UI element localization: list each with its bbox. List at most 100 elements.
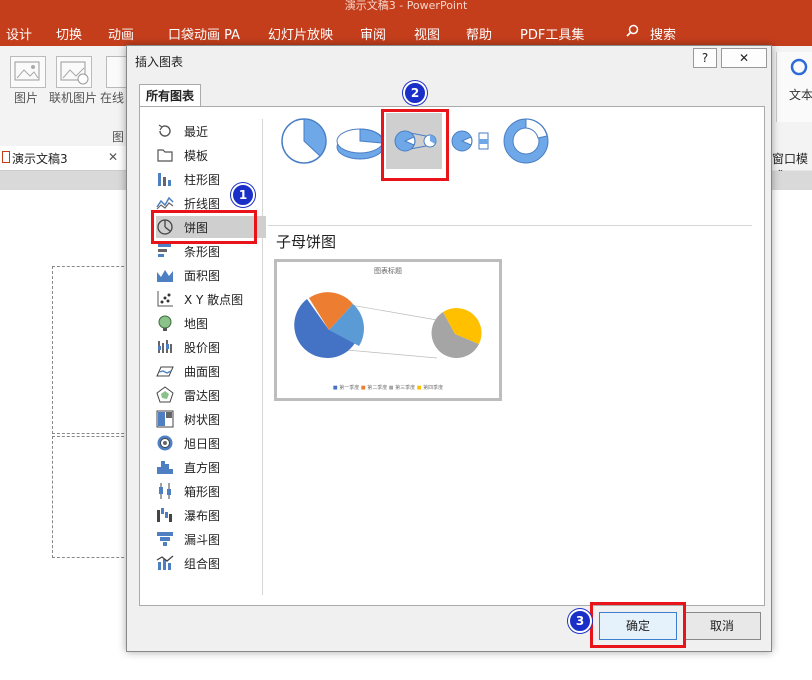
chart-preview[interactable]: 图表标题 ■ 第一季度 ■ 第二季度 ■ 第三季度 ■ 第四季度 xyxy=(274,259,502,401)
subtype-pie[interactable] xyxy=(276,113,332,169)
ribbon-text-group[interactable]: 文本 xyxy=(776,52,812,122)
chart-type-label: 条形图 xyxy=(184,245,221,259)
chart-type-recent[interactable]: 最近 xyxy=(156,120,266,142)
subtype-doughnut[interactable] xyxy=(498,113,554,169)
online-video-icon[interactable] xyxy=(106,56,128,88)
preview-legend: ■ 第一季度 ■ 第二季度 ■ 第三季度 ■ 第四季度 xyxy=(332,385,444,391)
funnel-icon xyxy=(156,530,174,548)
chart-panel: 最近 模板 柱形图 折线图 饼图 条形图 面积图 X Y 散点图 地图 股价图 … xyxy=(139,81,765,606)
chart-type-label: 最近 xyxy=(184,125,209,139)
legend-item: 第三季度 xyxy=(395,385,416,391)
sunburst-icon xyxy=(156,434,174,452)
chart-type-label: 组合图 xyxy=(184,557,221,571)
column-chart-icon xyxy=(156,170,174,188)
chart-type-label: 箱形图 xyxy=(184,485,221,499)
recent-icon xyxy=(156,122,174,140)
step-3-marker: 3 xyxy=(568,609,592,633)
treemap-icon xyxy=(156,410,174,428)
step-1-marker: 1 xyxy=(231,183,255,207)
chart-type-label: 股价图 xyxy=(184,341,221,355)
ribbon-picture-label: 图片 xyxy=(14,91,39,105)
subtype-separator xyxy=(268,225,752,226)
tab-transitions[interactable]: 切换 xyxy=(56,24,82,43)
chart-type-box-whisker[interactable]: 箱形图 xyxy=(156,480,266,502)
search-icon[interactable] xyxy=(626,24,639,37)
insert-chart-dialog: 插入图表 ? ✕ 所有图表 最近 模板 柱形图 折线图 饼图 条形图 面积图 X… xyxy=(126,45,772,652)
chart-type-treemap[interactable]: 树状图 xyxy=(156,408,266,430)
tab-all-charts[interactable]: 所有图表 xyxy=(139,84,201,107)
chart-type-label: X Y 散点图 xyxy=(184,293,244,307)
combo-chart-icon xyxy=(156,554,174,572)
window-title: 演示文稿3 - PowerPoint xyxy=(344,0,468,12)
ribbon-tab-bar: 设计 切换 动画 口袋动画 PA 幻灯片放映 审阅 视图 帮助 PDF工具集 搜… xyxy=(0,16,812,46)
radar-chart-icon xyxy=(156,386,174,404)
chart-type-label: 瀑布图 xyxy=(184,509,221,523)
tab-view[interactable]: 视图 xyxy=(414,24,440,43)
tab-design[interactable]: 设计 xyxy=(6,24,32,43)
stock-chart-icon xyxy=(156,338,174,356)
chart-type-label: 面积图 xyxy=(184,269,221,283)
subtype-3d-pie[interactable] xyxy=(332,113,388,169)
step-1-highlight xyxy=(151,210,257,244)
chart-type-label: 旭日图 xyxy=(184,437,221,451)
chart-type-stock[interactable]: 股价图 xyxy=(156,336,266,358)
picture-icon[interactable] xyxy=(10,56,46,88)
tab-slideshow[interactable]: 幻灯片放映 xyxy=(268,24,333,43)
chart-type-funnel[interactable]: 漏斗图 xyxy=(156,528,266,550)
help-button[interactable]: ? xyxy=(693,48,717,68)
template-icon xyxy=(156,146,174,164)
tab-animations[interactable]: 动画 xyxy=(108,24,134,43)
chart-type-scatter[interactable]: X Y 散点图 xyxy=(156,288,266,310)
tab-review[interactable]: 审阅 xyxy=(360,24,386,43)
legend-item: 第一季度 xyxy=(339,385,360,391)
chart-type-label: 直方图 xyxy=(184,461,221,475)
search-box[interactable]: 搜索 xyxy=(650,24,676,43)
chart-type-label: 地图 xyxy=(184,317,209,331)
chart-type-sunburst[interactable]: 旭日图 xyxy=(156,432,266,454)
chart-type-label: 雷达图 xyxy=(184,389,221,403)
chart-type-label: 树状图 xyxy=(184,413,221,427)
chart-type-label: 漏斗图 xyxy=(184,533,221,547)
window-mode-strip[interactable]: 窗口模式 xyxy=(768,146,812,183)
chart-type-label: 柱形图 xyxy=(184,173,221,187)
chart-type-radar[interactable]: 雷达图 xyxy=(156,384,266,406)
histogram-icon xyxy=(156,458,174,476)
close-icon[interactable]: ✕ xyxy=(108,150,118,164)
chart-type-combo[interactable]: 组合图 xyxy=(156,552,266,574)
title-placeholder[interactable] xyxy=(52,266,134,434)
legend-item: 第四季度 xyxy=(423,385,444,391)
subtype-title: 子母饼图 xyxy=(276,233,337,251)
subtype-bar-of-pie[interactable] xyxy=(442,113,498,169)
legend-item: 第二季度 xyxy=(367,385,388,391)
chart-type-histogram[interactable]: 直方图 xyxy=(156,456,266,478)
ribbon-online-picture-label: 联机图片 xyxy=(49,91,98,105)
document-tab[interactable]: 演示文稿3 ✕ xyxy=(0,146,126,171)
step-3-highlight xyxy=(590,602,686,648)
tab-pdf-tools[interactable]: PDF工具集 xyxy=(520,24,584,43)
scatter-chart-icon xyxy=(156,290,174,308)
online-picture-icon[interactable] xyxy=(56,56,92,88)
area-chart-icon xyxy=(156,266,174,284)
box-whisker-icon xyxy=(156,482,174,500)
surface-chart-icon xyxy=(156,362,174,380)
chart-type-template[interactable]: 模板 xyxy=(156,144,266,166)
cancel-button[interactable]: 取消 xyxy=(683,612,761,640)
ribbon-online-label: 在线 xyxy=(100,91,125,105)
tab-pocket-animation[interactable]: 口袋动画 PA xyxy=(168,24,240,43)
tab-help[interactable]: 帮助 xyxy=(466,24,492,43)
bar-chart-icon xyxy=(156,242,174,260)
chart-type-label: 曲面图 xyxy=(184,365,221,379)
document-tab-label: 演示文稿3 xyxy=(12,152,68,166)
close-button[interactable]: ✕ xyxy=(721,48,767,68)
chart-type-surface[interactable]: 曲面图 xyxy=(156,360,266,382)
ribbon-text-label: 文本 xyxy=(789,88,812,102)
subtitle-placeholder[interactable] xyxy=(52,436,134,558)
preview-title: 图表标题 xyxy=(374,267,402,275)
step-2-marker: 2 xyxy=(403,81,427,105)
chart-type-waterfall[interactable]: 瀑布图 xyxy=(156,504,266,526)
chart-type-area[interactable]: 面积图 xyxy=(156,264,266,286)
chart-type-map[interactable]: 地图 xyxy=(156,312,266,334)
chart-type-label: 模板 xyxy=(184,149,209,163)
document-icon xyxy=(2,151,10,163)
step-2-highlight xyxy=(381,109,449,181)
